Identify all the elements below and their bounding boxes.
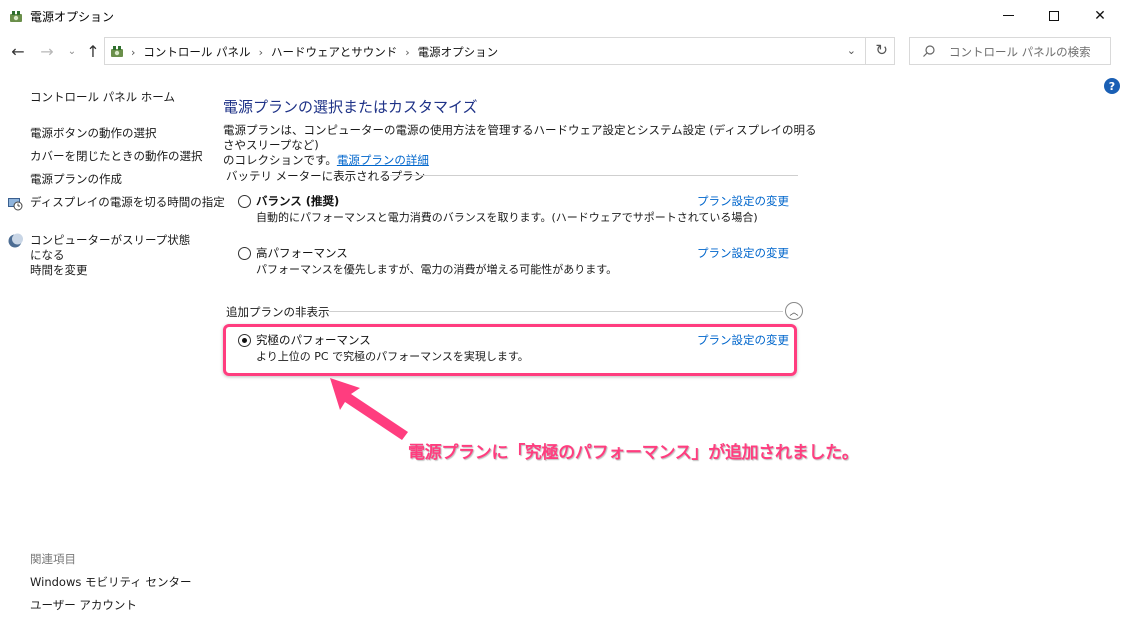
display-clock-icon — [8, 198, 23, 211]
related-title: 関連項目 — [30, 552, 76, 566]
annotation-text: 電源プランに「究極のパフォーマンス」が追加されました。 — [408, 443, 859, 463]
power-options-icon — [10, 11, 22, 22]
up-button[interactable]: ↑ — [83, 41, 103, 61]
address-dropdown-icon[interactable]: ⌄ — [847, 44, 856, 57]
plan-balanced-name[interactable]: バランス (推奨) — [256, 193, 339, 209]
title-bar: 電源オプション ✕ — [0, 0, 1123, 31]
search-icon — [923, 45, 935, 57]
plan-high-performance-description: パフォーマンスを優先しますが、電力の消費が増える可能性があります。 — [256, 263, 618, 276]
minimize-button[interactable] — [985, 0, 1031, 31]
search-placeholder: コントロール パネルの検索 — [949, 45, 1091, 59]
chevron-down-icon: ⌄ — [67, 45, 77, 57]
maximize-icon — [1049, 10, 1059, 21]
back-button[interactable]: ← — [8, 41, 28, 61]
up-arrow-icon: ↑ — [86, 41, 100, 61]
highlight-box — [223, 324, 797, 376]
maximize-button[interactable] — [1031, 0, 1077, 31]
power-plan-details-link[interactable]: 電源プランの詳細 — [337, 153, 429, 167]
sidebar-item-power-button-actions[interactable]: 電源ボタンの動作の選択 — [30, 126, 157, 141]
chevron-right-icon: › — [258, 45, 263, 59]
sidebar-item-sleep-time[interactable]: コンピューターがスリープ状態になる 時間を変更 — [30, 233, 200, 278]
forward-arrow-icon: → — [40, 41, 54, 61]
chevron-right-icon: › — [405, 45, 410, 59]
navigation-bar: ← → ⌄ ↑ › コントロール パネル › ハードウェアとサウンド › 電源オ… — [0, 31, 1123, 71]
close-icon: ✕ — [1094, 7, 1106, 24]
section-divider — [329, 311, 783, 312]
sidebar-item-sleep-time-line1: コンピューターがスリープ状態になる — [30, 233, 191, 262]
control-panel-icon — [111, 46, 123, 57]
description-line2: のコレクションです。 — [223, 153, 337, 167]
address-divider — [865, 38, 866, 64]
refresh-icon[interactable]: ↻ — [875, 41, 888, 59]
page-title: 電源プランの選択またはカスタマイズ — [223, 98, 478, 116]
sidebar-item-sleep-time-line2: 時間を変更 — [30, 263, 88, 277]
sidebar-item-create-power-plan[interactable]: 電源プランの作成 — [30, 172, 122, 187]
breadcrumb: › コントロール パネル › ハードウェアとサウンド › 電源オプション — [131, 44, 498, 60]
plan-high-performance: 高パフォーマンス パフォーマンスを優先しますが、電力の消費が増える可能性がありま… — [238, 245, 798, 279]
plan-balanced: バランス (推奨) 自動的にパフォーマンスと電力消費のバランスを取ります。(ハー… — [238, 193, 798, 227]
address-bar[interactable]: › コントロール パネル › ハードウェアとサウンド › 電源オプション ⌄ ↻ — [104, 37, 895, 65]
help-button[interactable]: ? — [1104, 78, 1120, 94]
section-divider — [390, 175, 798, 176]
related-mobility-center[interactable]: Windows モビリティ センター — [30, 575, 191, 590]
description-line1: 電源プランは、コンピューターの電源の使用方法を管理するハードウェア設定とシステム… — [223, 123, 817, 152]
plan-high-performance-change-settings-link[interactable]: プラン設定の変更 — [697, 245, 789, 261]
battery-section-heading: バッテリ メーターに表示されるプラン — [226, 169, 426, 183]
minimize-icon — [1002, 15, 1014, 16]
plan-balanced-description: 自動的にパフォーマンスと電力消費のバランスを取ります。(ハードウェアでサポートさ… — [256, 211, 758, 224]
page-description: 電源プランは、コンピューターの電源の使用方法を管理するハードウェア設定とシステム… — [223, 123, 823, 168]
breadcrumb-hardware-sound[interactable]: ハードウェアとサウンド — [271, 44, 397, 60]
plan-balanced-change-settings-link[interactable]: プラン設定の変更 — [697, 193, 789, 209]
plan-high-performance-radio[interactable] — [238, 247, 251, 260]
plan-balanced-radio[interactable] — [238, 195, 251, 208]
sidebar-item-lid-close-actions[interactable]: カバーを閉じたときの動作の選択 — [30, 149, 203, 164]
related-user-accounts[interactable]: ユーザー アカウント — [30, 598, 137, 613]
chevron-right-icon: › — [131, 45, 136, 59]
search-box[interactable]: コントロール パネルの検索 — [909, 37, 1111, 65]
breadcrumb-control-panel[interactable]: コントロール パネル — [143, 44, 250, 60]
close-button[interactable]: ✕ — [1077, 0, 1123, 31]
window-title: 電源オプション — [30, 10, 115, 24]
forward-button[interactable]: → — [37, 41, 57, 61]
breadcrumb-power-options[interactable]: 電源オプション — [418, 44, 499, 60]
moon-icon — [8, 233, 23, 248]
hidden-plans-heading[interactable]: 追加プランの非表示 — [226, 304, 330, 320]
back-arrow-icon: ← — [11, 41, 25, 61]
sidebar-item-display-off-time[interactable]: ディスプレイの電源を切る時間の指定 — [30, 195, 225, 210]
collapse-button[interactable]: ︿ — [785, 302, 803, 320]
sidebar-item-control-panel-home[interactable]: コントロール パネル ホーム — [30, 90, 175, 105]
recent-locations-button[interactable]: ⌄ — [62, 41, 82, 61]
plan-high-performance-name[interactable]: 高パフォーマンス — [256, 245, 348, 261]
chevron-up-icon: ︿ — [789, 307, 799, 318]
